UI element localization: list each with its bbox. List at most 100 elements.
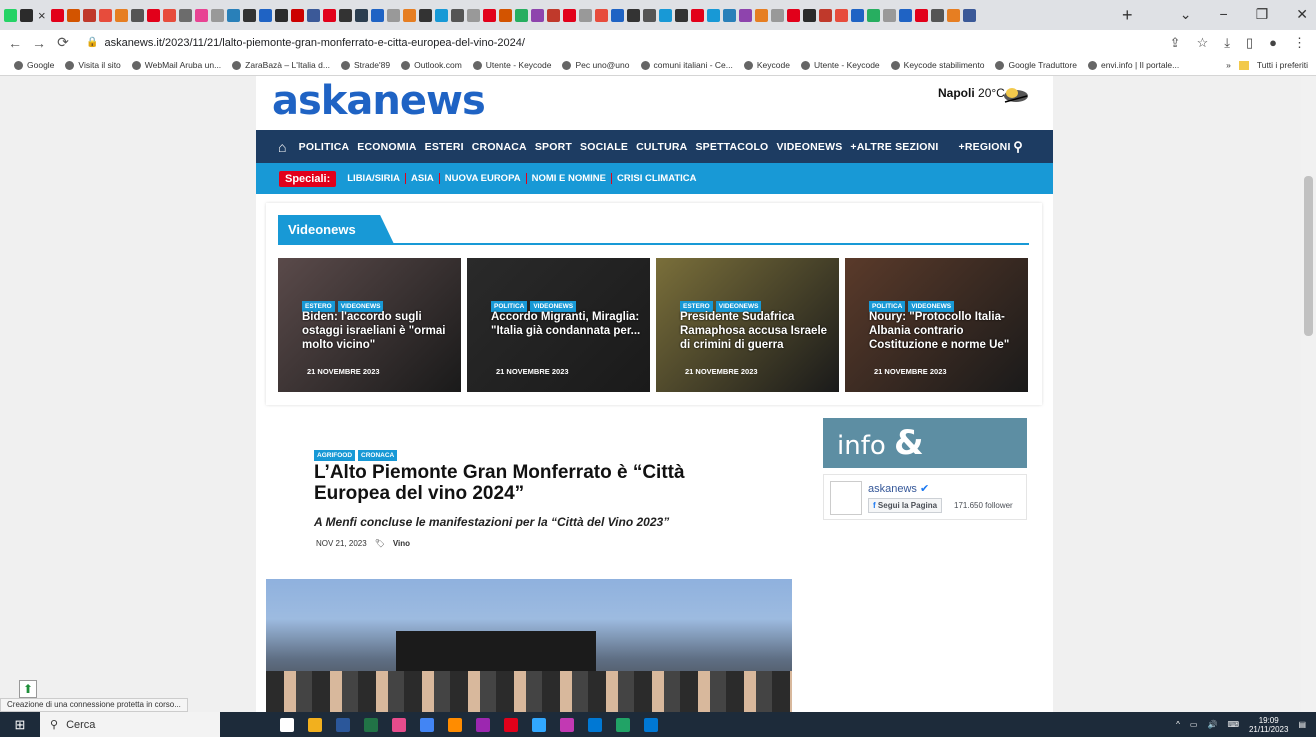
tab-favicon-31[interactable] [514,8,528,22]
tab-favicon-46[interactable] [754,8,768,22]
nav-item[interactable]: +REGIONI [959,141,1011,153]
tab-favicon-16[interactable] [274,8,288,22]
new-tab-button[interactable]: + [1122,5,1133,26]
article-tag[interactable]: CRONACA [358,450,398,461]
info-imprese-ad[interactable]: info & imprese [823,418,1027,511]
nav-item[interactable]: VIDEONEWS [776,141,842,153]
all-favorites-link[interactable]: Tutti i preferiti [1257,60,1308,70]
videonews-card[interactable]: POLITICA VIDEONEWS Noury: "Protocollo Ital… [845,258,1028,392]
taskbar-search[interactable]: ⚲ Cerca [40,712,220,737]
taskbar-app-icon[interactable] [280,717,294,732]
fb-follow-button[interactable]: f Segui la Pagina [868,498,943,513]
tab-favicon-26[interactable] [434,8,448,22]
tab-favicon-0[interactable] [4,8,17,22]
clock[interactable]: 19:09 21/11/2023 [1249,716,1288,734]
nav-item[interactable]: POLITICA [299,141,350,153]
download-icon[interactable]: ⤓ [1224,35,1230,51]
volume-icon[interactable]: 🔊 [1207,720,1217,729]
tab-favicon-28[interactable] [466,8,480,22]
close-window-button[interactable]: ✕ [1296,6,1308,23]
bookmark-item[interactable]: Outlook.com [401,60,462,70]
tab-favicon-8[interactable] [146,8,160,22]
tab-favicon-42[interactable] [690,8,704,22]
tab-favicon-41[interactable] [674,8,688,22]
menu-icon[interactable]: ⋮ [1293,35,1306,51]
special-item[interactable]: CRISI CLIMATICA [612,173,702,184]
sidebar-icon[interactable]: ▯ [1246,35,1253,51]
card-title[interactable]: Noury: "Protocollo Italia-Albania contra… [869,310,1019,352]
windows-start-icon[interactable]: ⊞ [0,717,40,733]
tab-favicon-30[interactable] [498,8,512,22]
nav-item[interactable]: ESTERI [425,141,464,153]
notification-icon[interactable]: ▤ [1298,720,1306,729]
tab-favicon-54[interactable] [882,8,896,22]
nav-item[interactable]: CULTURA [636,141,687,153]
taskbar-app-icon[interactable] [644,717,658,732]
tab-favicon-37[interactable] [610,8,624,22]
bookmark-item[interactable]: Strade'89 [340,60,390,70]
article-category[interactable]: Vino [393,539,410,548]
bookmark-item[interactable]: Utente - Keycode [800,60,880,70]
tab-favicon-15[interactable] [258,8,272,22]
taskbar-app-icon[interactable] [448,717,462,732]
tab-favicon-2[interactable] [50,8,64,22]
tab-favicon-27[interactable] [450,8,464,22]
nav-item[interactable]: SPORT [535,141,572,153]
scroll-up-icon[interactable]: ⬆ [19,680,37,698]
taskbar-app-icon[interactable] [392,717,406,732]
videonews-card[interactable]: POLITICA VIDEONEWS Accordo Migranti, Mirag… [467,258,650,392]
tab-favicon-49[interactable] [802,8,816,22]
home-icon[interactable]: ⌂ [278,139,287,155]
special-item[interactable]: NUOVA EUROPA [440,173,527,184]
tab-favicon-32[interactable] [530,8,544,22]
bookmark-item[interactable]: Google Traduttore [995,60,1077,70]
tab-favicon-1[interactable] [20,8,33,22]
bookmark-item[interactable]: WebMail Aruba un... [131,60,221,70]
tab-favicon-44[interactable] [722,8,736,22]
share-icon[interactable]: ⇪ [1170,35,1181,51]
tab-favicon-51[interactable] [834,8,848,22]
tab-favicon-22[interactable] [370,8,384,22]
tab-favicon-43[interactable] [706,8,720,22]
tab-favicon-10[interactable] [178,8,192,22]
special-item[interactable]: LIBIA/SIRIA [342,173,407,184]
tab-favicon-13[interactable] [226,8,240,22]
tab-favicon-58[interactable] [946,8,960,22]
bookmark-item[interactable]: Pec uno@uno [562,60,630,70]
taskbar-app-icon[interactable] [420,717,434,732]
tab-favicon-36[interactable] [594,8,608,22]
bookmark-item[interactable]: Google [14,60,54,70]
taskbar-app-icon[interactable] [532,717,546,732]
tab-favicon-11[interactable] [194,8,208,22]
bookmark-item[interactable]: envi.info | Il portale... [1087,60,1179,70]
taskbar-app-icon[interactable] [504,717,518,732]
search-icon[interactable]: ⚲ [1013,139,1023,155]
url-field[interactable]: askanews.it/2023/11/21/lalto-piemonte-gr… [104,37,524,49]
network-icon[interactable]: ▭ [1190,720,1198,729]
special-item[interactable]: ASIA [406,173,440,184]
tab-favicon-14[interactable] [242,8,256,22]
tab-favicon-59[interactable] [962,8,976,22]
tab-favicon-34[interactable] [562,8,576,22]
tab-favicon-52[interactable] [850,8,864,22]
tab-favicon-9[interactable] [162,8,176,22]
tab-favicon-5[interactable] [98,8,112,22]
nav-item[interactable]: SOCIALE [580,141,628,153]
taskbar-app-icon[interactable] [336,717,350,732]
lock-icon[interactable]: 🔒 [86,37,98,48]
tab-favicon-12[interactable] [210,8,224,22]
tab-search-icon[interactable]: ⌄ [1180,6,1192,23]
tab-favicon-38[interactable] [626,8,640,22]
minimize-button[interactable]: − [1220,6,1228,23]
bookmark-star-icon[interactable]: ☆ [1197,35,1209,51]
tab-favicon-18[interactable] [306,8,320,22]
tab-favicon-6[interactable] [114,8,128,22]
tab-favicon-7[interactable] [130,8,144,22]
bookmark-item[interactable]: Keycode stabilimento [890,60,984,70]
taskbar-app-icon[interactable] [308,717,322,732]
tab-favicon-3[interactable] [66,8,80,22]
tab-favicon-40[interactable] [658,8,672,22]
card-title[interactable]: Biden: l'accordo sugli ostaggi israelian… [302,310,452,352]
fb-page-name[interactable]: askanews ✔ [868,482,929,495]
bookmarks-more-button[interactable]: » [1226,60,1231,70]
